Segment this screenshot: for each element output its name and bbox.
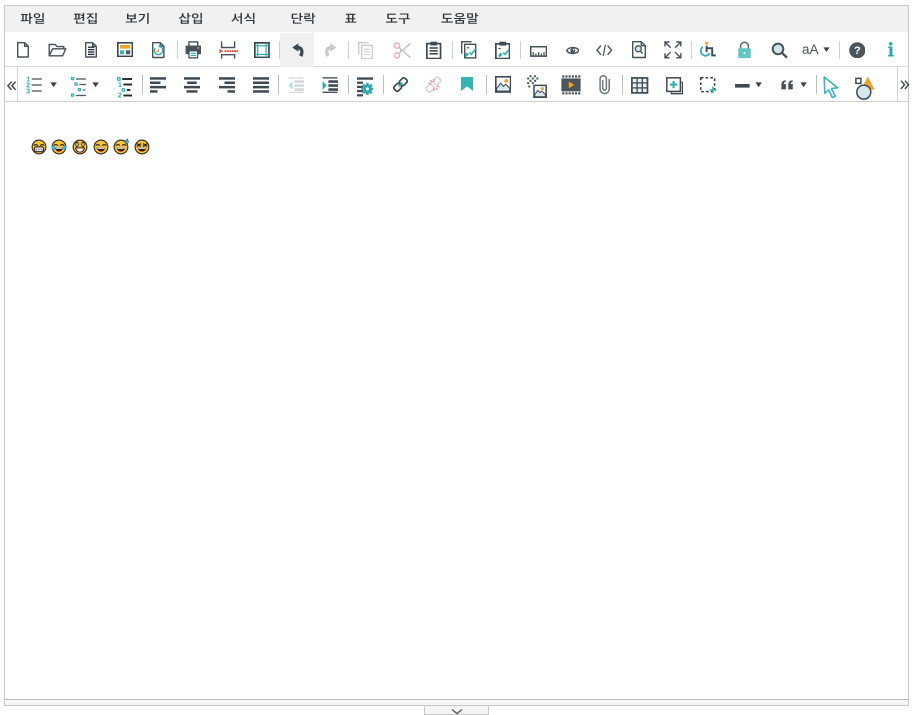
svg-text:?: ? bbox=[854, 45, 861, 57]
svg-text:2: 2 bbox=[118, 93, 122, 98]
svg-text:3: 3 bbox=[26, 89, 30, 95]
svg-text:1: 1 bbox=[118, 82, 122, 89]
